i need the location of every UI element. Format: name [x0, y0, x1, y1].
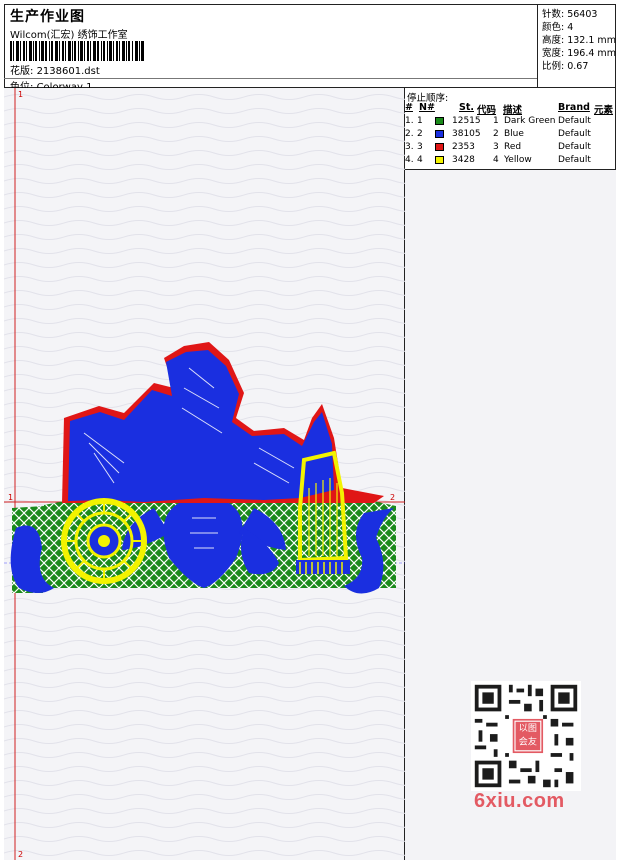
page-title: 生产作业图 [10, 9, 85, 25]
col-header-stitches: St. [459, 102, 474, 113]
row-number: 2 [417, 129, 423, 139]
header-panel: 生产作业图 Wilcom(汇宏) 绣饰工作室 花版: 2138601.dst 色… [4, 4, 538, 93]
embroidery-preview: 1 2 1 2 [4, 88, 405, 860]
seal-text-top: 以图 [519, 723, 537, 734]
color-swatch [435, 130, 444, 138]
design-canvas[interactable]: 1 2 1 2 [4, 88, 405, 860]
row-stitches: 2353 [452, 142, 475, 152]
row-number: 1 [417, 116, 423, 126]
design-scale: 比例: 0.67 [542, 61, 589, 72]
row-number: 4 [417, 155, 423, 165]
row-description: Blue [504, 129, 524, 139]
barcode-icon [10, 41, 144, 61]
row-brand: Default [558, 142, 591, 152]
row-brand: Default [558, 155, 591, 165]
design-height: 高度: 132.1 mm [542, 35, 616, 46]
row-description: Dark Green [504, 116, 556, 126]
stop-sequence-panel: 停止顺序: # N# St. 代码 描述 Brand 元素 1. 1 12515 1 D… [405, 88, 616, 170]
color-swatch [435, 156, 444, 164]
color-count: 颜色: 4 [542, 22, 574, 33]
col-header-desc: 描述 [503, 105, 523, 116]
axis-bottom-label: 2 [18, 850, 23, 859]
col-header-n: N# [419, 102, 435, 113]
row-brand: Default [558, 116, 591, 126]
row-code: 3 [493, 142, 499, 152]
row-code: 2 [493, 129, 499, 139]
qr-code-icon: 以图 会友 [471, 681, 581, 791]
yellow-rosette [61, 498, 147, 584]
row-index: 3. [405, 142, 414, 152]
row-brand: Default [558, 129, 591, 139]
studio-name: Wilcom(汇宏) 绣饰工作室 [10, 30, 128, 41]
col-header-element: 元素 [594, 105, 614, 116]
stats-panel: 针数: 56403 颜色: 4 高度: 132.1 mm 宽度: 196.4 m… [538, 4, 616, 88]
stitch-count: 针数: 56403 [542, 9, 598, 20]
row-code: 1 [493, 116, 499, 126]
row-description: Red [504, 142, 522, 152]
col-header-brand: Brand [558, 102, 590, 113]
row-number: 3 [417, 142, 423, 152]
color-swatch [435, 143, 444, 151]
row-code: 4 [493, 155, 499, 165]
design-file: 花版: 2138601.dst [10, 66, 100, 77]
row-index: 2. [405, 129, 414, 139]
col-header-code: 代码 [477, 105, 497, 116]
axis-right-label: 2 [390, 493, 395, 502]
watermark-logo: 6xiu.com [474, 790, 565, 812]
row-index: 1. [405, 116, 414, 126]
row-index: 4. [405, 155, 414, 165]
axis-top-label: 1 [18, 90, 23, 99]
seal-text-bottom: 会友 [519, 736, 537, 748]
col-header-index: # [405, 102, 413, 113]
row-stitches: 3428 [452, 155, 475, 165]
row-description: Yellow [504, 155, 532, 165]
color-swatch [435, 117, 444, 125]
design-width: 宽度: 196.4 mm [542, 48, 616, 59]
row-stitches: 12515 [452, 116, 481, 126]
axis-left-label: 1 [8, 493, 13, 502]
row-stitches: 38105 [452, 129, 481, 139]
